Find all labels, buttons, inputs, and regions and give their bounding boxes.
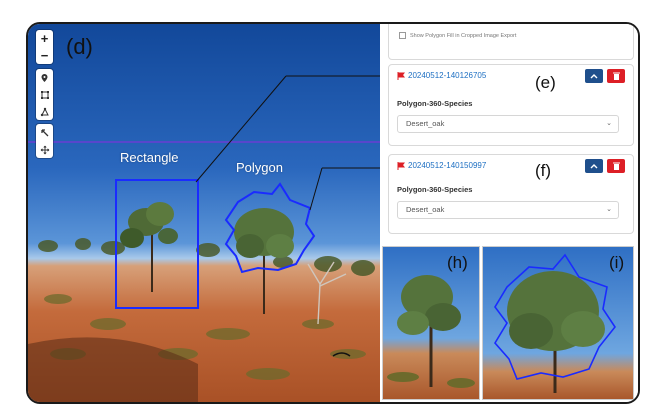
polygon-label: Polygon [236, 160, 283, 175]
panel-letter-i: (i) [609, 253, 625, 272]
species-select-value: Desert_oak [406, 119, 445, 128]
move-icon[interactable] [36, 141, 53, 158]
settings-card: Show Polygon Fill in Cropped Image Expor… [388, 24, 634, 60]
show-polygon-fill-checkbox[interactable] [399, 32, 406, 39]
foreground-shadow [28, 337, 198, 402]
annotation-card: 20240512-140150997 (f) Polygon-360-Speci… [388, 154, 634, 234]
panorama-map[interactable]: + − (d) Rectangle Polygon [28, 24, 380, 402]
panel-letter-e: (e) [535, 73, 556, 92]
distant-scrub [38, 238, 375, 276]
species-select[interactable]: Desert_oak ⌄ [397, 115, 619, 133]
annotation-id-link[interactable]: 20240512-140126705 [408, 71, 486, 80]
flag-icon [397, 71, 405, 80]
collapse-button[interactable] [585, 159, 603, 173]
zoom-out-button[interactable]: − [36, 47, 53, 64]
panel-letter-f: (f) [535, 161, 552, 180]
cropped-image-rectangle: (h) [382, 246, 480, 400]
rectangle-tree [120, 202, 178, 292]
draw-toolbar [36, 69, 53, 120]
annotation-id-link[interactable]: 20240512-140150997 [408, 161, 486, 170]
collapse-button[interactable] [585, 69, 603, 83]
delete-button[interactable] [607, 69, 625, 83]
species-select[interactable]: Desert_oak ⌄ [397, 201, 619, 219]
polygon-draw-icon[interactable] [36, 103, 53, 120]
trash-icon [612, 72, 620, 80]
species-field-label: Polygon-360-Species [397, 185, 473, 194]
trash-icon [612, 162, 620, 170]
annotation-header: 20240512-140126705 [397, 71, 486, 80]
figure-frame: + − (d) Rectangle Polygon Show Polygon F… [26, 22, 640, 404]
marker-icon[interactable] [36, 69, 53, 86]
delete-button[interactable] [607, 159, 625, 173]
chevron-up-icon [590, 74, 598, 79]
zoom-in-button[interactable]: + [36, 30, 53, 47]
annotation-header: 20240512-140150997 [397, 161, 486, 170]
chevron-up-icon [590, 164, 598, 169]
flag-icon [397, 161, 405, 170]
annotation-panel: Show Polygon Fill in Cropped Image Expor… [380, 24, 638, 402]
show-polygon-fill-label: Show Polygon Fill in Cropped Image Expor… [410, 32, 517, 39]
panorama-scene [28, 75, 380, 402]
zoom-control: + − [36, 30, 53, 64]
leader-line-f-a [309, 167, 323, 211]
annotation-card: 20240512-140126705 (e) Polygon-360-Speci… [388, 64, 634, 146]
panel-letter-d: (d) [66, 34, 93, 59]
edit-icon[interactable] [36, 124, 53, 141]
chevron-down-icon: ⌄ [606, 120, 612, 127]
rectangle-draw-icon[interactable] [36, 86, 53, 103]
rectangle-label: Rectangle [120, 150, 179, 165]
cropped-image-polygon: (i) [482, 246, 634, 400]
chevron-down-icon: ⌄ [606, 206, 612, 213]
show-polygon-fill-row[interactable]: Show Polygon Fill in Cropped Image Expor… [399, 32, 516, 39]
edit-toolbar [36, 124, 53, 158]
species-field-label: Polygon-360-Species [397, 99, 473, 108]
species-select-value: Desert_oak [406, 205, 445, 214]
panel-letter-h: (h) [447, 253, 468, 272]
